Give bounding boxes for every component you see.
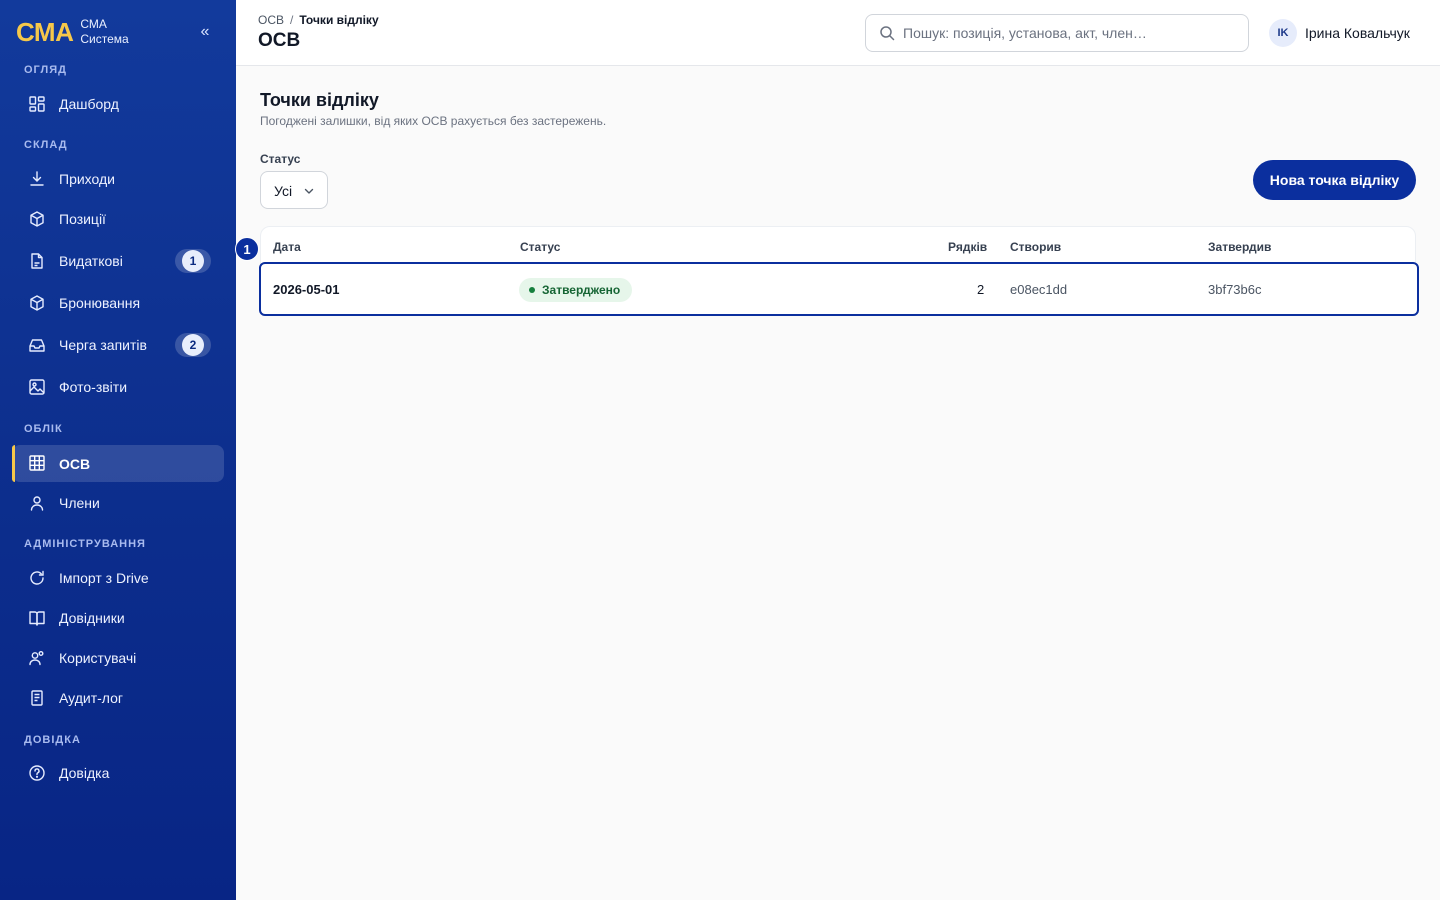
breadcrumb: ОСВ / Точки відліку xyxy=(258,13,379,27)
users-icon xyxy=(28,649,46,667)
status-filter-label: Статус xyxy=(260,152,301,166)
sidebar-item-members[interactable]: Члени xyxy=(12,485,224,521)
section-title: Точки відліку xyxy=(260,90,379,110)
brand-line-1: СМА xyxy=(80,17,107,31)
search-icon xyxy=(879,25,895,41)
sidebar-item-photo-reports[interactable]: Фото-звіти xyxy=(12,369,224,405)
dashboard-icon xyxy=(28,95,46,113)
sidebar-item-audit-log[interactable]: Аудит-лог xyxy=(12,680,224,716)
sidebar-item-reservations[interactable]: Бронювання xyxy=(12,285,224,321)
section-label-accounting: ОБЛІК xyxy=(24,423,63,435)
user-name: Ірина Ковальчук xyxy=(1305,25,1410,41)
sidebar-item-label: ОСВ xyxy=(59,455,91,472)
sidebar-item-label: Імпорт з Drive xyxy=(59,570,149,586)
refresh-icon xyxy=(28,569,46,587)
column-header-date[interactable]: Дата xyxy=(273,240,301,254)
collapse-sidebar-button[interactable]: « xyxy=(196,22,214,42)
status-badge: Затверджено xyxy=(519,278,633,302)
table-row[interactable]: 2026-05-01 Затверджено 2 e08ec1dd 3bf73b… xyxy=(259,262,1419,316)
avatar: IK xyxy=(1269,19,1297,47)
section-label-overview: ОГЛЯД xyxy=(24,64,67,76)
sidebar-item-drive-import[interactable]: Імпорт з Drive xyxy=(12,560,224,596)
search-input[interactable] xyxy=(903,15,1238,51)
status-badge-label: Затверджено xyxy=(542,283,621,297)
book-icon xyxy=(28,609,46,627)
breadcrumb-separator: / xyxy=(290,13,294,27)
cell-created-by: e08ec1dd xyxy=(1010,282,1068,297)
brand-text: СМА Система xyxy=(80,17,128,47)
status-dot-icon xyxy=(529,287,535,293)
count-badge-value: 2 xyxy=(182,334,204,356)
sidebar-item-label: Довідка xyxy=(59,765,110,781)
top-bar: ОСВ / Точки відліку ОСВ IK Ірина Ковальч… xyxy=(236,0,1440,66)
cell-rows: 2 xyxy=(977,282,985,297)
sidebar-item-label: Дашборд xyxy=(59,96,119,112)
user-icon xyxy=(28,494,46,512)
brand-line-2: Система xyxy=(80,32,129,46)
cell-approved-by: 3bf73b6c xyxy=(1208,282,1262,297)
column-header-status[interactable]: Статус xyxy=(520,240,560,254)
count-badge: 2 xyxy=(175,333,211,357)
image-icon xyxy=(28,378,46,396)
sidebar-item-label: Видаткові xyxy=(59,253,123,269)
sidebar-item-receipts[interactable]: Приходи xyxy=(12,161,224,197)
download-icon xyxy=(28,170,46,188)
sidebar-item-positions[interactable]: Позиції xyxy=(12,201,224,237)
sidebar-item-label: Члени xyxy=(59,495,100,511)
sidebar-item-label: Приходи xyxy=(59,171,115,187)
section-label-administration: АДМІНІСТРУВАННЯ xyxy=(24,538,146,550)
chevron-down-icon xyxy=(302,184,316,198)
grid-icon xyxy=(28,454,46,472)
sidebar-item-label: Бронювання xyxy=(59,295,141,311)
breadcrumb-current: Точки відліку xyxy=(299,13,379,27)
brand[interactable]: СМА СМА Система xyxy=(16,17,129,47)
sidebar-item-directories[interactable]: Довідники xyxy=(12,600,224,636)
search-box xyxy=(865,14,1249,52)
sidebar-item-label: Аудит-лог xyxy=(59,690,123,706)
log-icon xyxy=(28,689,46,707)
sidebar-item-label: Користувачі xyxy=(59,650,137,666)
sidebar: СМА СМА Система « ОГЛЯД Дашборд СКЛАД Пр… xyxy=(0,0,236,900)
help-icon xyxy=(28,764,46,782)
box-icon xyxy=(28,210,46,228)
sidebar-item-request-queue[interactable]: Черга запитів 2 xyxy=(12,327,224,363)
column-header-approved-by[interactable]: Затвердив xyxy=(1208,240,1271,254)
section-label-warehouse: СКЛАД xyxy=(24,139,68,151)
brand-logo: СМА xyxy=(16,17,74,47)
sidebar-item-osv[interactable]: ОСВ xyxy=(12,445,224,482)
status-filter-value: Усі xyxy=(274,183,293,199)
column-header-rows[interactable]: Рядків xyxy=(948,240,987,254)
box-icon xyxy=(28,294,46,312)
document-icon xyxy=(28,252,46,270)
sidebar-item-label: Черга запитів xyxy=(59,337,147,353)
row-number-marker: 1 xyxy=(235,237,259,261)
inbox-icon xyxy=(28,336,46,354)
sidebar-item-dashboard[interactable]: Дашборд xyxy=(12,86,224,122)
section-subtitle: Погоджені залишки, від яких ОСВ рахуєтьс… xyxy=(260,114,607,128)
sidebar-item-expenses[interactable]: Видаткові 1 xyxy=(12,243,224,279)
user-menu[interactable]: IK Ірина Ковальчук xyxy=(1269,19,1410,47)
sidebar-item-users[interactable]: Користувачі xyxy=(12,640,224,676)
status-filter-select[interactable]: Усі xyxy=(260,171,328,209)
reference-points-table: Дата Статус Рядків Створив Затвердив 202… xyxy=(259,226,1419,316)
page-title: ОСВ xyxy=(258,30,301,51)
section-label-help: ДОВІДКА xyxy=(24,734,81,746)
sidebar-item-label: Фото-звіти xyxy=(59,379,128,395)
cell-date: 2026-05-01 xyxy=(273,282,340,297)
breadcrumb-link-osv[interactable]: ОСВ xyxy=(258,13,284,27)
sidebar-item-help[interactable]: Довідка xyxy=(12,755,224,791)
sidebar-item-label: Позиції xyxy=(59,211,106,227)
count-badge: 1 xyxy=(175,249,211,273)
sidebar-item-label: Довідники xyxy=(59,610,125,626)
column-header-created-by[interactable]: Створив xyxy=(1010,240,1061,254)
new-reference-point-button[interactable]: Нова точка відліку xyxy=(1253,160,1416,200)
count-badge-value: 1 xyxy=(182,250,204,272)
